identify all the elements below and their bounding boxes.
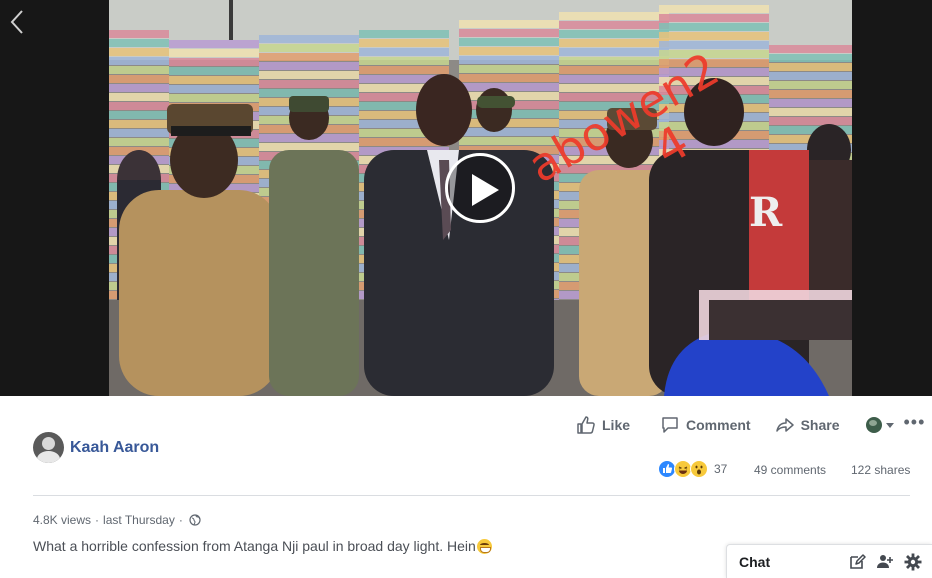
post-caption: What a horrible confession from Atanga N… — [33, 538, 492, 554]
chat-bar[interactable]: Chat — [726, 544, 932, 578]
meta-separator: · — [95, 513, 100, 527]
comments-count[interactable]: 49 comments — [754, 463, 826, 477]
post-meta: 4.8K views · last Thursday · — [33, 513, 201, 527]
view-count: 4.8K views — [33, 513, 92, 527]
divider — [33, 495, 910, 496]
thumbs-up-icon — [577, 416, 595, 434]
comment-icon — [662, 417, 678, 433]
globe-icon[interactable] — [189, 514, 201, 526]
author-avatar[interactable] — [33, 432, 64, 463]
compose-icon[interactable] — [848, 553, 866, 571]
add-people-icon[interactable] — [876, 553, 894, 571]
audience-selector[interactable] — [865, 417, 894, 433]
chevron-down-icon — [885, 422, 894, 428]
more-options-icon[interactable]: ••• — [904, 413, 926, 431]
share-button[interactable]: Share — [775, 415, 840, 435]
wow-reaction-icon — [690, 460, 708, 478]
comment-label: Comment — [686, 417, 751, 433]
shares-count[interactable]: 122 shares — [851, 463, 910, 477]
profile-avatar-icon — [865, 417, 882, 433]
caption-text: What a horrible confession from Atanga N… — [33, 538, 476, 554]
post-date[interactable]: last Thursday — [103, 513, 175, 527]
share-label: Share — [800, 417, 840, 433]
reaction-icons[interactable] — [658, 460, 708, 478]
grinning-emoji-icon — [476, 539, 492, 554]
post-actions: Like Comment Share ••• — [576, 413, 926, 436]
chat-label[interactable]: Chat — [739, 554, 848, 570]
comment-button[interactable]: Comment — [660, 415, 751, 435]
reactions-summary: 37 — [658, 460, 727, 478]
play-button[interactable] — [445, 153, 515, 223]
back-arrow-icon[interactable] — [6, 8, 28, 36]
play-icon — [472, 174, 499, 206]
like-button[interactable]: Like — [576, 415, 630, 435]
author-name[interactable]: Kaah Aaron — [70, 439, 159, 457]
reaction-count[interactable]: 37 — [714, 462, 727, 476]
meta-separator: · — [178, 513, 183, 527]
post-author: Kaah Aaron — [33, 432, 159, 463]
video-frame[interactable]: R abowen2 4 — [109, 0, 852, 396]
svg-text:R: R — [749, 189, 783, 236]
share-icon — [775, 418, 794, 432]
video-player[interactable]: R abowen2 4 — [0, 0, 932, 396]
gear-icon[interactable] — [904, 553, 922, 571]
like-label: Like — [602, 417, 631, 433]
